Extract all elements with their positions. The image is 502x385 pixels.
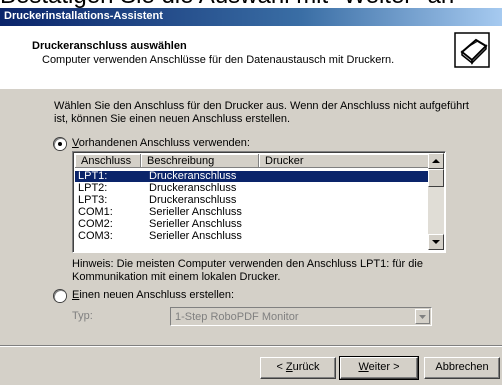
back-button-text: urück	[292, 361, 320, 373]
next-button[interactable]: Weiter >	[339, 356, 419, 380]
back-button-prefix: <	[276, 361, 286, 373]
existing-port-radio[interactable]	[54, 138, 66, 150]
back-button-accesskey: Z	[285, 361, 293, 373]
existing-port-label-accesskey: V	[72, 137, 79, 149]
chevron-down-icon	[419, 315, 426, 319]
intro-text: Wählen Sie den Anschluss für den Drucker…	[54, 100, 469, 125]
port-name: COM2:	[78, 218, 113, 230]
overlay-caption: Bestätigen Sie die Auswahl mit "Weiter" …	[0, 0, 502, 8]
port-type-label: Typ:	[72, 310, 93, 322]
scroll-down-button[interactable]	[428, 234, 444, 250]
port-description: Druckeranschluss	[149, 194, 237, 206]
port-name: COM1:	[78, 206, 113, 218]
next-button-text: eiter >	[368, 361, 400, 373]
wizard-header: Druckeranschluss auswählen Computer verw…	[0, 26, 502, 89]
header-subtitle: Computer verwenden Anschlüsse für den Da…	[42, 54, 395, 66]
radio-dot	[58, 142, 62, 146]
port-description: Serieller Anschluss	[149, 231, 242, 239]
port-description: Druckeranschluss	[149, 182, 237, 194]
new-port-label[interactable]: Einen neuen Anschluss erstellen:	[72, 289, 234, 301]
port-list-scrollbar[interactable]	[428, 153, 444, 250]
port-row-lpt3[interactable]: LPT3: Druckeranschluss	[75, 195, 431, 206]
arrow-down-icon	[432, 240, 440, 244]
overlay-caption-text: Bestätigen Sie die Auswahl mit "Weiter" …	[0, 0, 454, 8]
title-bar: Druckerinstallations-Assistent	[0, 8, 502, 26]
new-port-label-text: inen neuen Anschluss erstellen:	[79, 289, 235, 301]
port-row-com3[interactable]: COM3: Serieller Anschluss	[75, 231, 431, 239]
port-name: LPT2:	[78, 182, 108, 194]
window-title: Druckerinstallations-Assistent	[4, 10, 163, 22]
header-divider	[0, 88, 502, 89]
column-header-printer[interactable]: Drucker	[259, 154, 429, 168]
header-title: Druckeranschluss auswählen	[32, 40, 187, 52]
port-type-dropdown-button[interactable]	[415, 309, 430, 324]
cancel-button[interactable]: Abbrechen	[424, 357, 500, 379]
scroll-thumb[interactable]	[428, 169, 444, 187]
port-type-select[interactable]: 1-Step RoboPDF Monitor	[170, 307, 432, 326]
port-description: Serieller Anschluss	[149, 206, 242, 218]
printer-icon	[454, 32, 490, 68]
footer-divider-highlight	[0, 346, 502, 347]
back-button[interactable]: < Zurück	[260, 357, 336, 379]
existing-port-label-text: orhandenen Anschluss verwenden:	[78, 137, 250, 149]
port-description: Serieller Anschluss	[149, 218, 242, 230]
port-row-com1[interactable]: COM1: Serieller Anschluss	[75, 207, 431, 218]
port-name: COM3:	[78, 231, 113, 239]
column-header-description[interactable]: Beschreibung	[141, 154, 259, 168]
column-header-port[interactable]: Anschluss	[75, 154, 141, 168]
port-description: Druckeranschluss	[149, 170, 237, 182]
existing-port-label[interactable]: Vorhandenen Anschluss verwenden:	[72, 137, 250, 149]
arrow-up-icon	[432, 159, 440, 163]
port-row-lpt2[interactable]: LPT2: Druckeranschluss	[75, 183, 431, 194]
scroll-up-button[interactable]	[428, 153, 444, 169]
hint-text: Hinweis: Die meisten Computer verwenden …	[72, 258, 423, 283]
port-row-lpt1[interactable]: LPT1: Druckeranschluss	[75, 171, 431, 182]
port-name: LPT1:	[78, 170, 108, 182]
new-port-radio[interactable]	[54, 290, 66, 302]
port-row-com2[interactable]: COM2: Serieller Anschluss	[75, 219, 431, 230]
port-name: LPT3:	[78, 194, 108, 206]
next-button-accesskey: W	[358, 361, 369, 373]
port-list[interactable]: Anschluss Beschreibung Drucker LPT1: Druc…	[72, 151, 446, 253]
port-type-value: 1-Step RoboPDF Monitor	[175, 311, 299, 323]
